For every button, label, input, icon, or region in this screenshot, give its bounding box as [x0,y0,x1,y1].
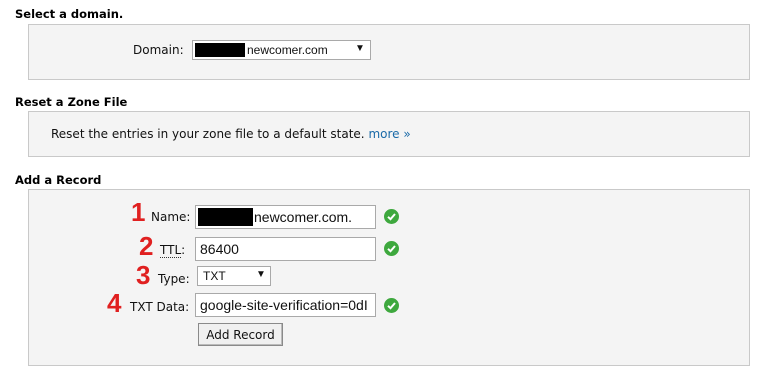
name-input[interactable]: newcomer.com. [195,205,376,229]
add-record-button[interactable]: Add Record [198,323,283,346]
txt-data-input[interactable]: google-site-verification=0dI [195,293,376,317]
ttl-label: TTL [160,243,182,258]
ttl-colon: : [181,243,186,257]
add-record-heading: Add a Record [15,173,102,187]
marker-4: 4 [107,288,122,318]
domain-label: Domain: [133,43,184,57]
select-domain-panel: Domain: newcomer.com ▼ [28,24,750,80]
chevron-down-icon: ▼ [256,269,266,280]
marker-3: 3 [136,260,151,290]
reset-zone-text: Reset the entries in your zone file to a… [51,127,411,141]
check-circle-icon [384,209,399,224]
redacted-block [195,43,245,57]
ttl-label-group: TTL: [160,243,186,258]
chevron-down-icon: ▼ [355,43,365,54]
type-select[interactable]: TXT ▼ [197,266,271,286]
txt-data-input-value: google-site-verification=0dI [200,297,368,313]
name-label: Name: [151,210,191,224]
type-label: Type: [158,272,190,286]
marker-2: 2 [139,231,154,261]
name-input-value: newcomer.com. [254,209,353,225]
redacted-block [198,208,253,226]
txt-data-label: TXT Data: [130,300,190,314]
ttl-input[interactable]: 86400 [195,237,376,261]
check-circle-icon [384,241,399,256]
check-circle-icon [384,298,399,313]
reset-zone-description: Reset the entries in your zone file to a… [51,127,365,141]
marker-1: 1 [131,197,146,227]
domain-select-value: newcomer.com [247,43,328,57]
type-select-value: TXT [203,269,226,283]
ttl-input-value: 86400 [200,241,239,257]
reset-zone-panel: Reset the entries in your zone file to a… [28,111,750,157]
select-domain-heading: Select a domain. [15,7,124,21]
domain-select[interactable]: newcomer.com ▼ [192,40,371,60]
reset-zone-heading: Reset a Zone File [15,95,128,109]
more-link[interactable]: more » [368,127,410,141]
